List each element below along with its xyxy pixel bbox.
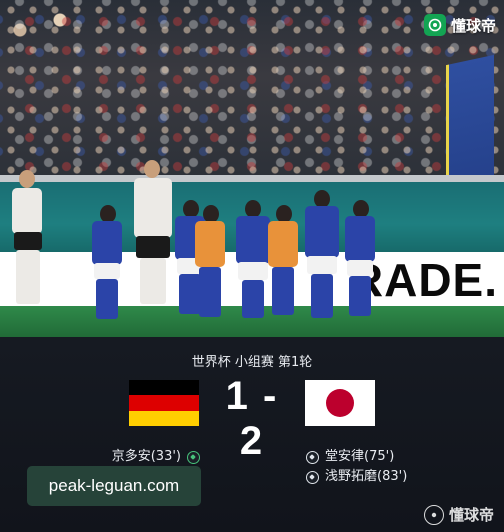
away-scorers: 堂安律(75') 浅野拓磨(83') xyxy=(306,447,407,487)
watermark-text: peak-leguan.com xyxy=(48,476,180,495)
brand-name: 懂球帝 xyxy=(448,506,494,524)
match-photo: RADE. 懂球帝 xyxy=(0,0,504,337)
match-stage: 世界杯 小组赛 第1轮 xyxy=(191,355,313,370)
scorer-row: 浅野拓磨(83') xyxy=(306,467,407,487)
football-icon xyxy=(187,450,200,464)
scorer-label: 浅野拓磨(83') xyxy=(325,469,408,484)
football-app-icon xyxy=(423,504,444,525)
brand-logo-bottom: 懂球帝 xyxy=(423,504,494,525)
scorer-row: 京多安(33') xyxy=(112,447,200,467)
scorer-label: 堂安律(75') xyxy=(325,449,395,464)
football-icon xyxy=(306,470,319,484)
germany-flag-icon xyxy=(129,380,199,426)
home-scorers: 京多安(33') xyxy=(112,447,200,467)
away-score: 2 xyxy=(239,419,265,463)
site-watermark: peak-leguan.com xyxy=(27,466,201,506)
japan-flag-icon xyxy=(305,380,375,426)
brand-logo-top: 懂球帝 xyxy=(423,14,496,36)
scoreline: 1 - 2 xyxy=(210,374,294,464)
scorer-label: 京多安(33') xyxy=(111,449,181,464)
brand-name: 懂球帝 xyxy=(450,16,496,35)
scorer-row: 堂安律(75') xyxy=(306,447,407,467)
football-app-icon xyxy=(423,14,446,36)
score-separator: - xyxy=(263,374,279,418)
football-icon xyxy=(306,450,319,464)
home-score: 1 xyxy=(225,374,250,418)
